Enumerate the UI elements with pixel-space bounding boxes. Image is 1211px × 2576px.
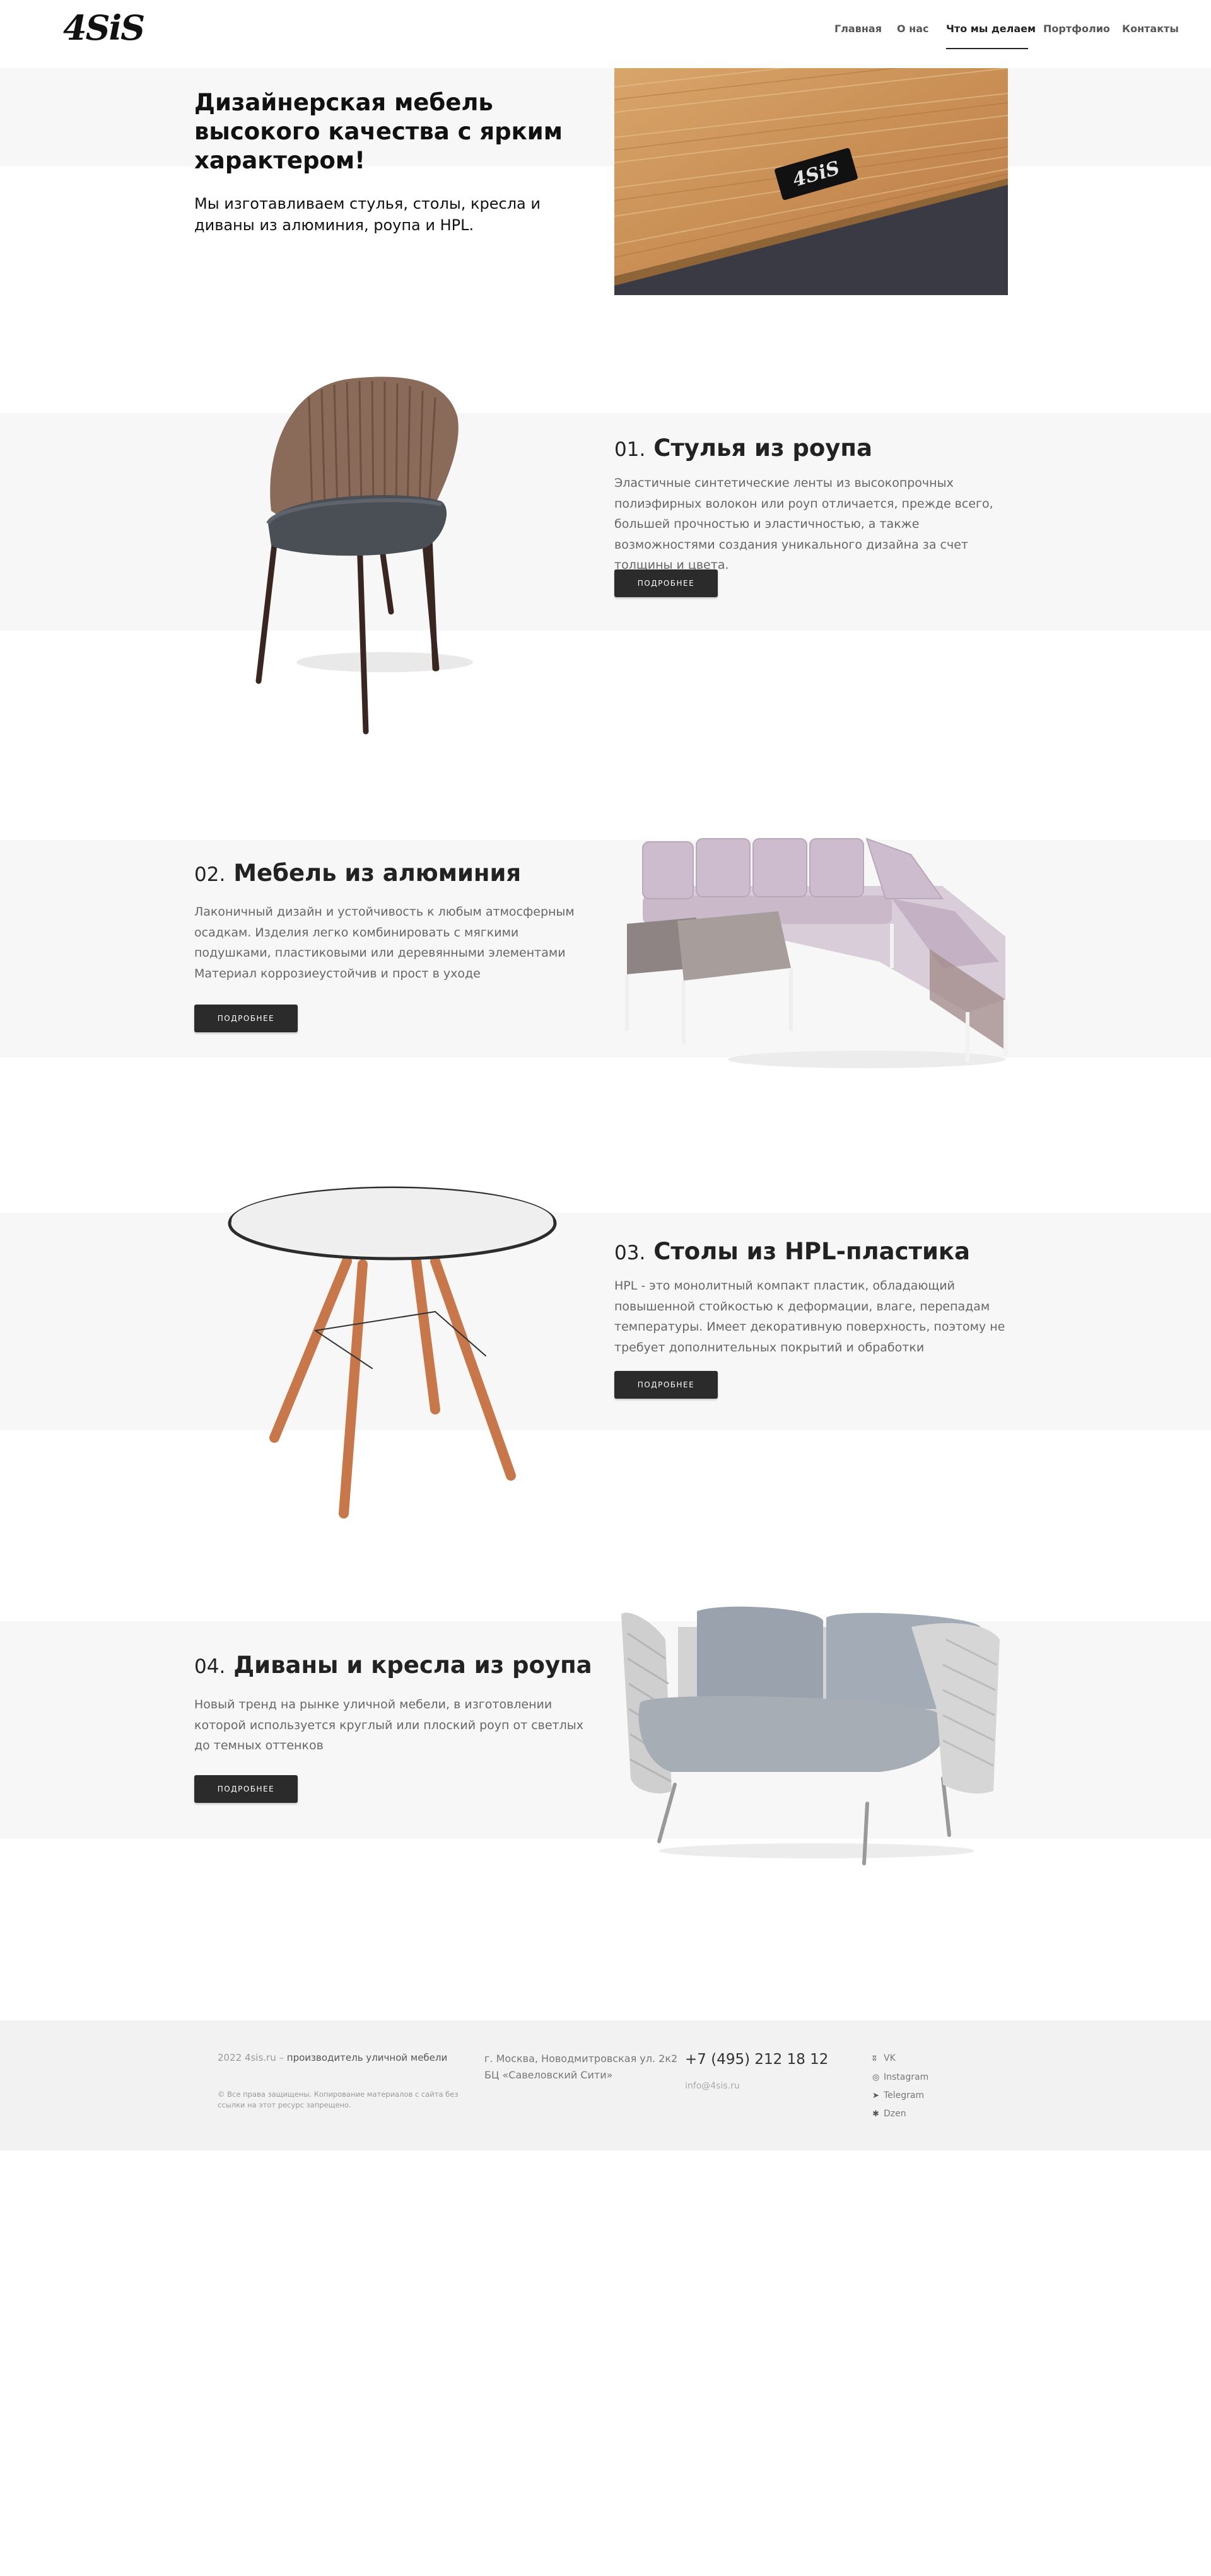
section-2-text-main: Лаконичный дизайн и устойчивость к любым…	[194, 905, 575, 960]
footer-address: г. Москва, Новодмитровская ул. 2к2 БЦ «С…	[484, 2053, 678, 2081]
hpl-table-image	[227, 1186, 561, 1526]
hero-title: Дизайнерская мебель высокого качества с …	[194, 89, 563, 174]
section-4-band	[0, 1621, 1211, 1839]
footer-brand: 2022 4sis.ru – производитель уличной меб…	[218, 2051, 447, 2065]
aluminium-sofa-set-image	[614, 810, 1012, 1075]
instagram-icon: ◎	[872, 2073, 880, 2082]
footer-brand-text: производитель уличной мебели	[286, 2052, 448, 2063]
social-link-dzen[interactable]: ✱ Dzen	[872, 2108, 906, 2120]
nav-portfolio[interactable]: Портфолио	[1043, 23, 1110, 35]
section-3-text: HPL - это монолитный компакт пластик, об…	[614, 1279, 1005, 1355]
section-2-text-extra: Материал коррозиеустойчив и прост в уход…	[194, 966, 481, 981]
section-4-more-button[interactable]: ПОДРОБНЕЕ	[194, 1775, 298, 1803]
section-4-title: 04. Диваны и кресла из роупа	[194, 1652, 592, 1679]
footer-phone[interactable]: +7 (495) 212 18 12	[685, 2050, 828, 2069]
section-2-text: Лаконичный дизайн и устойчивость к любым…	[194, 902, 598, 984]
hero-band	[0, 68, 1211, 166]
social-link-instagram[interactable]: ◎ Instagram	[872, 2072, 928, 2084]
section-2-title: 02. Мебель из алюминия	[194, 860, 522, 887]
nav-active-indicator	[946, 48, 1028, 49]
hero-subtitle: Мы изготавливаем стулья, столы, кресла и…	[194, 195, 541, 234]
footer-email[interactable]: info@4sis.ru	[685, 2081, 740, 2091]
nav-contacts[interactable]: Контакты	[1122, 23, 1179, 35]
rope-sofa-image	[615, 1602, 1012, 1867]
section-4-text: Новый тренд на рынке уличной мебели, в и…	[194, 1698, 584, 1752]
section-1-more-button[interactable]: ПОДРОБНЕЕ	[614, 569, 718, 597]
social-link-vk[interactable]: ʬ VK	[872, 2053, 896, 2065]
nav-home[interactable]: Главная	[834, 23, 882, 35]
section-2-band	[0, 840, 1211, 1058]
footer-brand-prefix: 2022 4sis.ru –	[218, 2052, 284, 2063]
section-2-more-button[interactable]: ПОДРОБНЕЕ	[194, 1005, 298, 1032]
vk-icon: ʬ	[872, 2054, 877, 2063]
social-label-telegram: Telegram	[884, 2090, 925, 2101]
nav-about[interactable]: О нас	[897, 23, 929, 35]
logo[interactable]: 4SiS	[63, 9, 145, 47]
footer	[0, 2020, 1211, 2150]
rope-chair-image	[240, 359, 549, 738]
social-label-instagram: Instagram	[884, 2072, 929, 2082]
section-1-band	[0, 413, 1211, 631]
footer-copyright: © Все права защищены. Копирование матери…	[218, 2090, 459, 2109]
section-1-text: Эластичные синтетические ленты из высоко…	[614, 476, 993, 572]
section-3-more-button[interactable]: ПОДРОБНЕЕ	[614, 1371, 718, 1399]
telegram-icon: ➤	[872, 2091, 879, 2101]
section-3-title: 03. Столы из HPL-пластика	[614, 1238, 970, 1265]
section-1-title: 01. Стулья из роупа	[614, 434, 872, 462]
social-label-vk: VK	[884, 2053, 896, 2063]
social-label-dzen: Dzen	[884, 2109, 906, 2119]
dzen-icon: ✱	[872, 2109, 879, 2119]
nav-what-we-do[interactable]: Что мы делаем	[946, 23, 1036, 35]
hero-wood-photo: 4SiS	[614, 68, 1008, 295]
section-3-band	[0, 1213, 1211, 1430]
social-link-telegram[interactable]: ➤ Telegram	[872, 2090, 924, 2102]
